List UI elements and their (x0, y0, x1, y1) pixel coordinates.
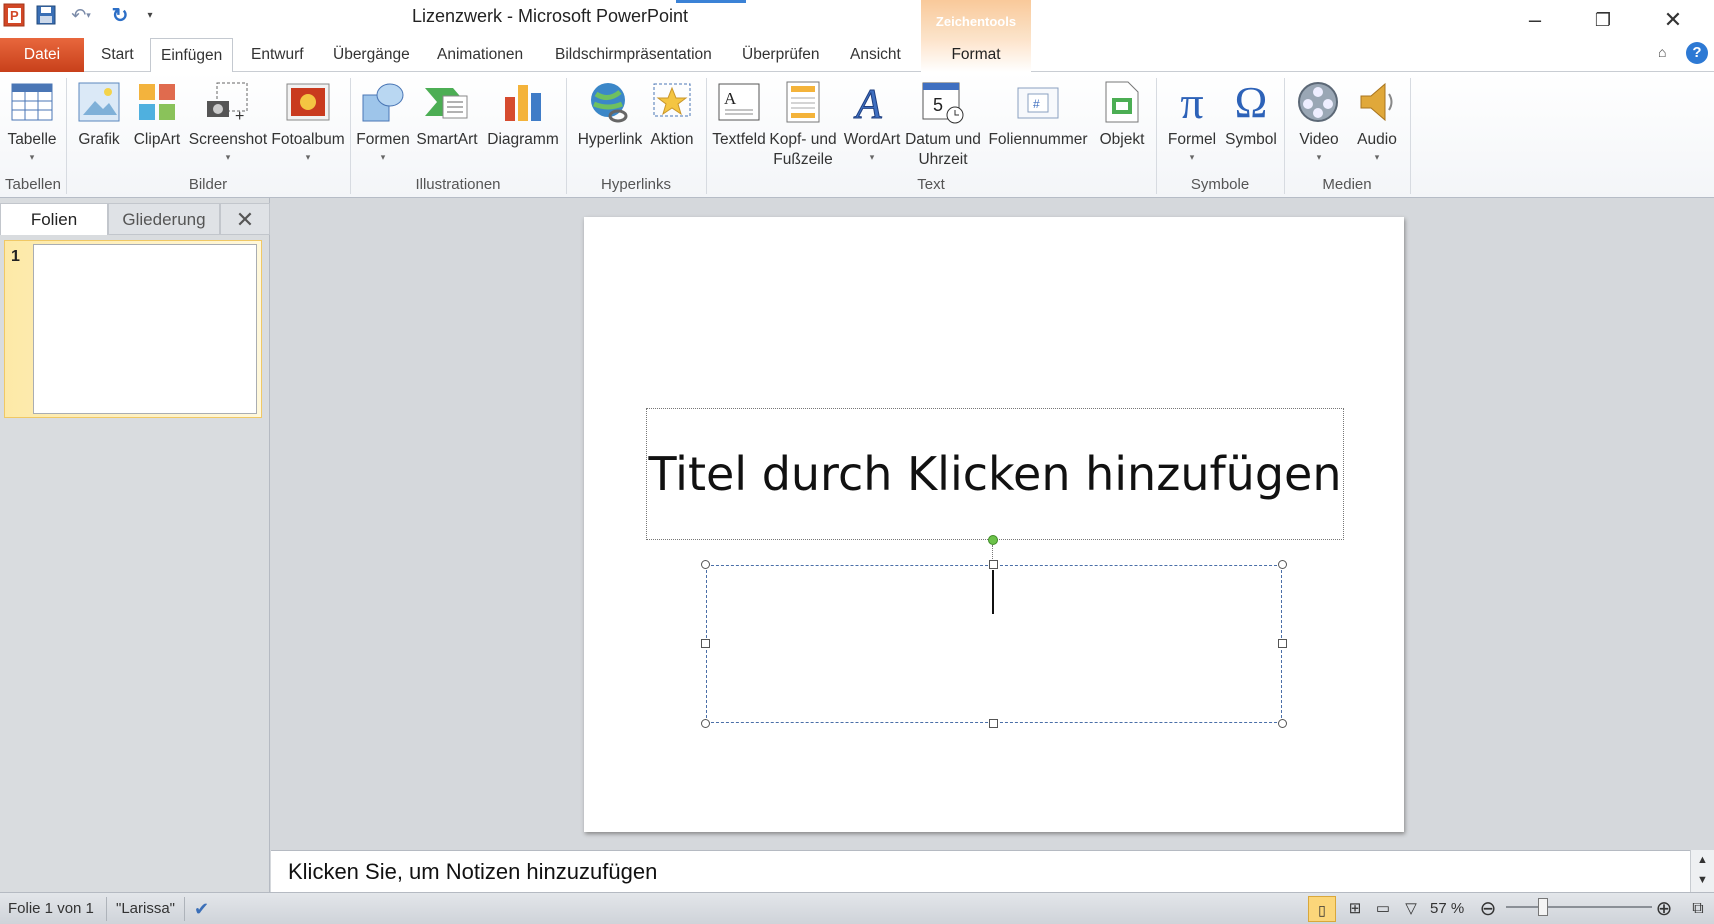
zoom-out-icon[interactable]: ⊖ (1478, 893, 1498, 924)
textbox-icon: A (714, 76, 764, 128)
pi-icon: π (1180, 76, 1204, 128)
scroll-down-icon[interactable]: ▼ (1691, 870, 1714, 890)
restore-icon[interactable]: ❐ (1578, 4, 1628, 36)
normal-view-icon[interactable]: ▯ (1308, 896, 1336, 922)
table-icon (7, 76, 57, 128)
tab-datei[interactable]: Datei (0, 38, 84, 72)
group-label-text: Text (917, 176, 945, 193)
status-bar: Folie 1 von 1 "Larissa" ✔ ▯ ⊞ ▭ ▽ 57 % ⊖… (0, 892, 1714, 924)
film-reel-icon (1294, 76, 1344, 128)
close-pane-icon[interactable]: ✕ (220, 203, 270, 235)
slide-number-icon: # (1013, 76, 1063, 128)
tab-entwurf[interactable]: Entwurf (241, 38, 314, 72)
slide-sorter-icon[interactable]: ⊞ (1342, 893, 1368, 924)
tab-format[interactable]: Format (921, 38, 1031, 72)
tab-animationen[interactable]: Animationen (427, 38, 533, 72)
tab-ueberpruefen[interactable]: Überprüfen (732, 38, 830, 72)
notes-placeholder: Klicken Sie, um Notizen hinzuzufügen (288, 859, 658, 884)
fit-to-window-icon[interactable]: ⧉ (1688, 893, 1708, 924)
group-label-bilder: Bilder (188, 176, 228, 193)
group-label-illustrationen: Illustrationen (415, 176, 501, 193)
separator (106, 897, 107, 921)
picture-icon (74, 76, 124, 128)
clipart-icon (132, 76, 182, 128)
svg-text:+: + (235, 108, 244, 123)
omega-icon: Ω (1234, 77, 1268, 127)
context-group-header: Zeichentools (921, 0, 1031, 38)
text-cursor (992, 570, 994, 614)
tab-uebergaenge[interactable]: Übergänge (323, 38, 420, 72)
group-label-symbole: Symbole (1190, 176, 1250, 193)
notes-pane[interactable]: Klicken Sie, um Notizen hinzuzufügen (271, 850, 1690, 892)
smartart-icon (422, 76, 472, 128)
tab-folien[interactable]: Folien (0, 203, 108, 235)
shapes-icon (358, 76, 408, 128)
tab-ansicht[interactable]: Ansicht (840, 38, 911, 72)
slideshow-icon[interactable]: ▽ (1398, 893, 1424, 924)
resize-handle[interactable] (1278, 639, 1287, 648)
subtitle-placeholder[interactable] (701, 560, 1287, 728)
spellcheck-icon[interactable]: ✔ (194, 893, 222, 924)
rotation-handle[interactable] (988, 535, 998, 545)
scroll-up-icon[interactable]: ▲ (1691, 850, 1714, 870)
tab-gliederung[interactable]: Gliederung (108, 203, 220, 235)
slide-thumbnail[interactable] (33, 244, 257, 414)
action-icon (647, 76, 697, 128)
photo-album-icon (283, 76, 333, 128)
resize-handle[interactable] (701, 719, 710, 728)
resize-handle[interactable] (989, 560, 998, 569)
header-footer-icon (778, 76, 828, 128)
collapse-ribbon-icon[interactable]: ⌂ (1658, 44, 1666, 60)
object-icon (1097, 76, 1147, 128)
globe-link-icon (585, 76, 635, 128)
zoom-slider-track[interactable] (1506, 906, 1652, 908)
resize-handle[interactable] (1278, 719, 1287, 728)
minimize-icon[interactable]: – (1510, 4, 1560, 36)
resize-handle[interactable] (701, 639, 710, 648)
title-accent-line (676, 0, 746, 3)
svg-text:#: # (1033, 97, 1040, 111)
tab-start[interactable]: Start (91, 38, 144, 72)
group-label-hyperlinks: Hyperlinks (600, 176, 672, 193)
close-icon[interactable]: ✕ (1648, 4, 1698, 36)
resize-handle[interactable] (989, 719, 998, 728)
zoom-level[interactable]: 57 % (1430, 893, 1464, 924)
screenshot-icon: + (203, 76, 253, 128)
slide-number-label: 1 (11, 248, 20, 265)
zoom-slider-thumb[interactable] (1538, 898, 1548, 916)
speaker-icon (1352, 76, 1402, 128)
date-time-icon: 5 (918, 76, 968, 128)
theme-name: "Larissa" (116, 900, 176, 917)
tab-bildschirmpraesentation[interactable]: Bildschirmpräsentation (545, 38, 722, 72)
group-label-medien: Medien (1322, 176, 1372, 193)
separator (1410, 78, 1411, 194)
svg-text:A: A (853, 82, 882, 124)
notes-scrollbar[interactable]: ▲ ▼ (1690, 850, 1714, 892)
reading-view-icon[interactable]: ▭ (1370, 893, 1396, 924)
title-placeholder-text: Titel durch Klicken hinzufügen (648, 447, 1342, 501)
svg-text:A: A (724, 89, 737, 108)
title-placeholder[interactable]: Titel durch Klicken hinzufügen (646, 408, 1344, 540)
resize-handle[interactable] (701, 560, 710, 569)
zoom-in-icon[interactable]: ⊕ (1654, 893, 1674, 924)
svg-text:5: 5 (933, 95, 943, 115)
separator (184, 897, 185, 921)
group-label-tabellen: Tabellen (5, 176, 61, 193)
resize-handle[interactable] (1278, 560, 1287, 569)
wordart-icon: A (847, 76, 897, 128)
help-icon[interactable]: ? (1686, 42, 1708, 64)
chart-icon (498, 76, 548, 128)
tab-einfuegen[interactable]: Einfügen (150, 38, 234, 73)
slide-info: Folie 1 von 1 (8, 900, 94, 917)
